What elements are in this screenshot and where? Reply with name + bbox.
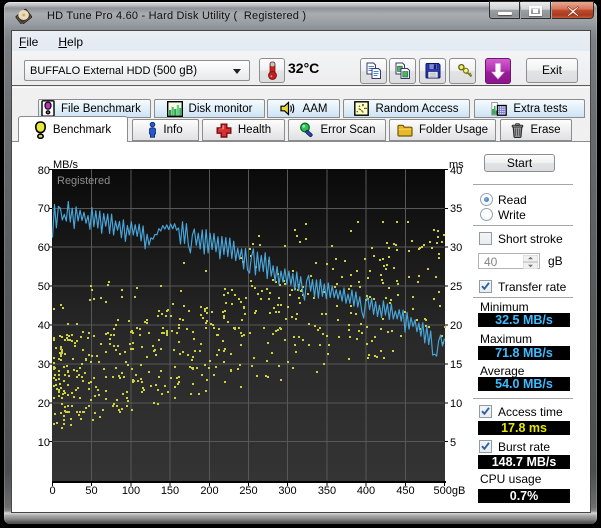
svg-text:25: 25: [450, 281, 462, 293]
svg-text:30: 30: [450, 242, 462, 254]
svg-text:20: 20: [38, 398, 50, 410]
svg-text:50: 50: [38, 281, 50, 293]
svg-text:350: 350: [318, 485, 336, 497]
svg-text:450: 450: [396, 485, 414, 497]
svg-text:15: 15: [450, 359, 462, 371]
svg-text:40: 40: [450, 165, 462, 177]
svg-text:40: 40: [38, 320, 50, 332]
svg-text:200: 200: [200, 485, 218, 497]
svg-text:300: 300: [278, 485, 296, 497]
svg-text:0: 0: [49, 485, 55, 497]
svg-text:80: 80: [38, 165, 50, 177]
svg-text:10: 10: [450, 398, 462, 410]
svg-text:5: 5: [450, 437, 456, 449]
svg-text:100: 100: [122, 485, 140, 497]
svg-text:30: 30: [38, 359, 50, 371]
svg-text:500gB: 500gB: [434, 485, 466, 497]
svg-text:250: 250: [239, 485, 257, 497]
svg-text:MB/s: MB/s: [53, 159, 79, 171]
svg-text:20: 20: [450, 320, 462, 332]
svg-text:400: 400: [357, 485, 375, 497]
svg-text:Registered: Registered: [57, 175, 110, 187]
svg-text:35: 35: [450, 203, 462, 215]
svg-text:50: 50: [85, 485, 97, 497]
svg-text:70: 70: [38, 203, 50, 215]
svg-text:10: 10: [38, 437, 50, 449]
svg-text:150: 150: [161, 485, 179, 497]
svg-text:60: 60: [38, 242, 50, 254]
